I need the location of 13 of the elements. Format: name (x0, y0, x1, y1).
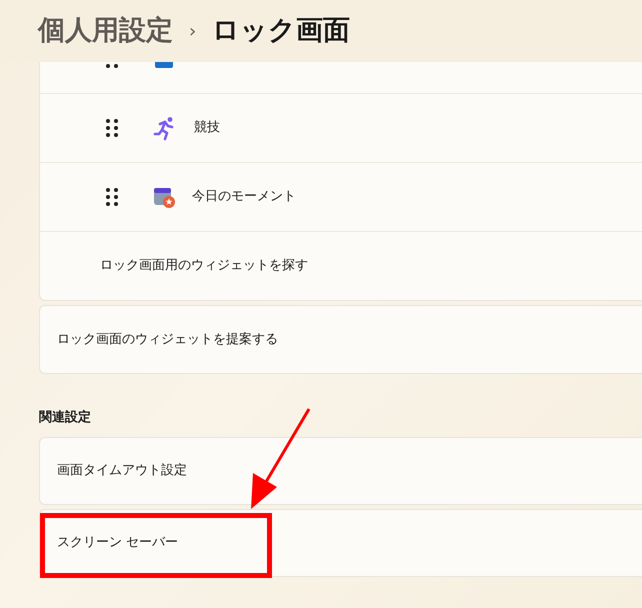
settings-item[interactable]: 画面タイムアウト設定 (39, 436, 642, 504)
drag-handle-icon (105, 187, 119, 207)
page-title: ロック画面 (212, 14, 350, 48)
breadcrumb-parent[interactable]: 個人用設定 (38, 10, 173, 52)
settings-item[interactable]: スクリーン セーバー (39, 508, 642, 576)
widget-name: 今日のモーメント (192, 188, 296, 206)
calendar-star-icon (152, 185, 176, 209)
find-widgets-link[interactable]: ロック画面用のウィジェットを探す (100, 256, 308, 276)
suggest-widgets-item[interactable]: ロック画面のウィジェットを提案する (39, 305, 642, 374)
widget-name: 競技 (194, 119, 220, 138)
breadcrumb-separator: › (189, 20, 196, 44)
section-heading: 関連設定 (39, 408, 92, 427)
drag-handle-icon (105, 118, 119, 138)
